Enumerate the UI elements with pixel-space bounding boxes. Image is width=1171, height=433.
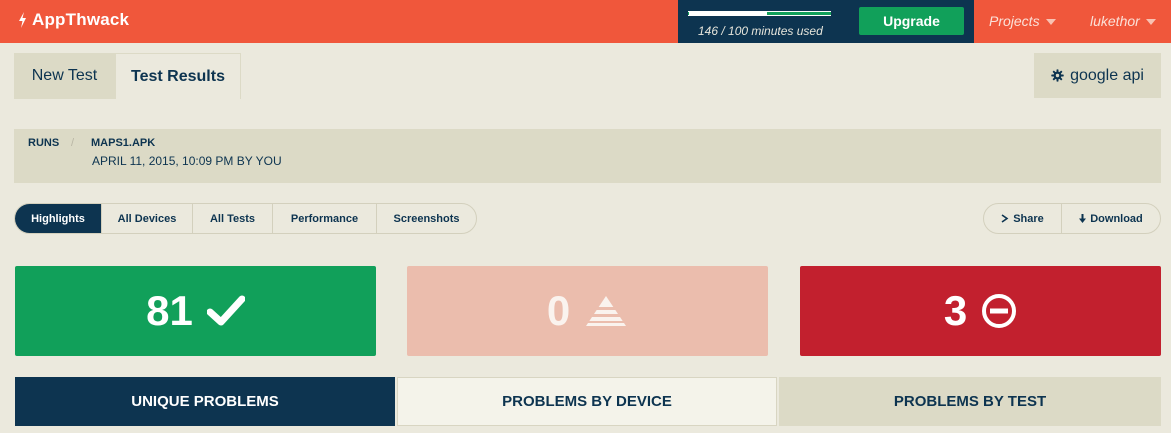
tab-problems-by-device[interactable]: PROBLEMS BY DEVICE — [397, 377, 777, 426]
download-arrow-icon — [1079, 214, 1087, 223]
checkmark-icon — [206, 295, 245, 326]
failed-summary-card[interactable]: 3 — [800, 266, 1161, 356]
subnav-screenshots[interactable]: Screenshots — [377, 204, 476, 233]
warnings-count: 0 — [546, 287, 571, 334]
app-name: AppThwack — [32, 10, 130, 29]
warning-triangle-icon — [586, 296, 627, 326]
results-subnav: Highlights All Devices All Tests Perform… — [14, 203, 477, 234]
subnav-all-tests[interactable]: All Tests — [193, 204, 273, 233]
tab-unique-problems[interactable]: UNIQUE PROBLEMS — [15, 377, 395, 426]
usage-text: 146 / 100 minutes used — [698, 24, 823, 38]
breadcrumb: RUNS / MAPS1.APK APRIL 11, 2015, 10:09 P… — [14, 129, 1161, 183]
user-menu[interactable]: lukethor — [1090, 13, 1156, 29]
user-label: lukethor — [1090, 13, 1140, 29]
project-settings-button[interactable]: google api — [1034, 53, 1161, 98]
breadcrumb-runs-link[interactable]: RUNS — [28, 137, 59, 149]
usage-bar-fill — [689, 12, 767, 15]
bolt-icon — [19, 12, 26, 28]
run-actions: Share Download — [983, 203, 1161, 234]
upgrade-button[interactable]: Upgrade — [859, 7, 964, 35]
chevron-down-icon — [1045, 19, 1056, 25]
download-button[interactable]: Download — [1062, 204, 1160, 233]
subnav-highlights[interactable]: Highlights — [15, 204, 102, 233]
chevron-right-icon — [1001, 214, 1009, 223]
run-meta: APRIL 11, 2015, 10:09 PM BY YOU — [92, 154, 282, 168]
project-name: google api — [1070, 66, 1144, 84]
failed-count: 3 — [943, 287, 968, 334]
projects-menu[interactable]: Projects — [989, 13, 1056, 29]
tab-new-test[interactable]: New Test — [14, 53, 115, 99]
passed-count: 81 — [146, 287, 193, 334]
gear-icon — [1051, 69, 1064, 82]
projects-label: Projects — [989, 13, 1040, 29]
tab-test-results[interactable]: Test Results — [115, 53, 241, 99]
share-button[interactable]: Share — [984, 204, 1062, 233]
passed-summary-card[interactable]: 81 — [15, 266, 376, 356]
warnings-summary-card[interactable]: 0 — [407, 266, 768, 356]
tab-problems-by-test[interactable]: PROBLEMS BY TEST — [779, 377, 1161, 426]
top-bar: AppThwack 146 / 100 minutes used Upgrade… — [0, 0, 1171, 43]
download-label: Download — [1090, 212, 1143, 225]
share-label: Share — [1013, 212, 1044, 225]
minus-circle-icon — [982, 294, 1017, 328]
app-logo[interactable]: AppThwack — [18, 10, 129, 30]
chevron-down-icon — [1145, 19, 1156, 25]
subnav-all-devices[interactable]: All Devices — [102, 204, 193, 233]
breadcrumb-separator: / — [71, 137, 75, 149]
breadcrumb-file: MAPS1.APK — [91, 137, 156, 149]
subnav-performance[interactable]: Performance — [273, 204, 377, 233]
